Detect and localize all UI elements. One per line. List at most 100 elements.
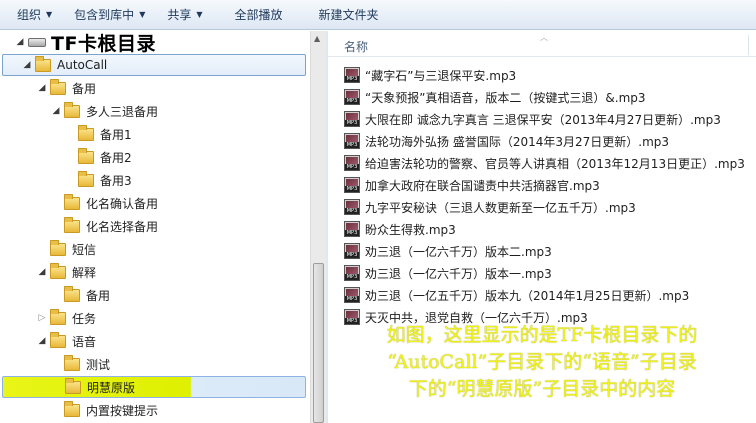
- tree-item-label: 语音: [72, 334, 97, 349]
- file-row[interactable]: “藏字石”与三退保平安.mp3: [344, 64, 516, 86]
- file-row[interactable]: 劝三退（一亿六千万）版本一.mp3: [344, 262, 552, 284]
- mp3-file-icon: [344, 133, 360, 149]
- folder-icon: [65, 377, 81, 394]
- scrollbar-thumb[interactable]: [313, 263, 324, 423]
- mp3-file-icon: [344, 221, 360, 237]
- tree-item-beiyong[interactable]: ◢ 备用: [36, 77, 96, 99]
- file-row[interactable]: 给迫害法轮功的警察、官员等人讲真相（2013年12月13日更正）.mp3: [344, 152, 745, 174]
- mp3-file-icon: [344, 67, 360, 83]
- collapse-arrow-icon[interactable]: ▷: [36, 313, 48, 323]
- chevron-down-icon: ▼: [46, 10, 53, 19]
- tree-item-label: 明慧原版: [87, 380, 136, 395]
- tree-item-label: 解释: [72, 265, 97, 280]
- tree-item-label: 备用2: [100, 150, 132, 165]
- tree-item-label: 备用: [72, 81, 97, 96]
- file-name: 劝三退（一亿六千万）版本二.mp3: [365, 244, 552, 259]
- annotation-line: 如图，这里显示的是TF卡根目录下的: [386, 324, 698, 346]
- folder-icon: [50, 331, 66, 348]
- folder-icon: [78, 147, 94, 164]
- tree-item-alias-confirm[interactable]: 化名确认备用: [50, 192, 158, 214]
- tree-item-task[interactable]: ▷ 任务: [36, 307, 96, 329]
- tree-item-label: 任务: [72, 311, 97, 326]
- file-row[interactable]: 大限在即 诚念九字真言 三退保平安（2013年4月27日更新）.mp3: [344, 108, 721, 130]
- file-row[interactable]: “天象预报”真相语音，版本二（按键式三退）&.mp3: [344, 86, 646, 108]
- file-row[interactable]: 加拿大政府在联合国谴责中共活摘器官.mp3: [344, 174, 600, 196]
- file-name: 法轮功海外弘扬 盛誉国际（2014年3月27日更新）.mp3: [365, 134, 670, 149]
- annotation-line: 下的“明慧原版”子目录中的内容: [408, 378, 676, 400]
- file-name: 大限在即 诚念九字真言 三退保平安（2013年4月27日更新）.mp3: [365, 112, 721, 127]
- nav-scrollbar[interactable]: ▲: [310, 31, 326, 423]
- file-name: 劝三退（一亿六千万）版本一.mp3: [365, 266, 552, 281]
- tree-item-beiyong3[interactable]: 备用3: [64, 169, 132, 191]
- expand-arrow-icon[interactable]: ◢: [36, 83, 48, 93]
- file-name: 盼众生得救.mp3: [365, 222, 456, 237]
- tree-item-alias-select[interactable]: 化名选择备用: [50, 215, 158, 237]
- tree-item-test[interactable]: 测试: [50, 353, 110, 375]
- column-header-row: ︿ 名称: [328, 31, 756, 57]
- folder-icon: [64, 216, 80, 233]
- file-name: 劝三退（一亿五千万）版本九（2014年1月25日更新）.mp3: [365, 288, 690, 303]
- folder-icon: [50, 78, 66, 95]
- file-name: 九字平安秘诀（三退人数更新至一亿五千万）.mp3: [365, 200, 636, 215]
- expand-arrow-icon[interactable]: ◢: [36, 336, 48, 346]
- tree-item-autocall[interactable]: ◢ AutoCall: [2, 54, 306, 76]
- tree-item-voice[interactable]: ◢ 语音: [36, 330, 96, 352]
- file-name: “天象预报”真相语音，版本二（按键式三退）&.mp3: [365, 90, 646, 105]
- tree-item-label: 测试: [86, 357, 111, 372]
- file-row[interactable]: 法轮功海外弘扬 盛誉国际（2014年3月27日更新）.mp3: [344, 130, 669, 152]
- column-divider[interactable]: [748, 35, 749, 55]
- tree-item-label: 多人三退备用: [86, 104, 159, 119]
- mp3-file-icon: [344, 89, 360, 105]
- tree-item-label: 备用1: [100, 127, 132, 142]
- tree-item-explain-beiyong[interactable]: 备用: [50, 284, 110, 306]
- tree-item-label: 内置按键提示: [86, 403, 159, 418]
- tree-item-minghui-original[interactable]: 明慧原版: [2, 376, 306, 398]
- expand-arrow-icon[interactable]: ◢: [50, 106, 62, 116]
- tree-item-tf-root[interactable]: ◢ TF卡根目录: [14, 31, 304, 55]
- file-name: “藏字石”与三退保平安.mp3: [365, 68, 517, 83]
- folder-icon: [64, 285, 80, 302]
- tree-item-label: TF卡根目录: [51, 32, 156, 55]
- navigation-pane: ◢ TF卡根目录 ◢ AutoCall ◢ 备用 ◢ 多人三退备用 备用1 备用…: [0, 31, 310, 423]
- tree-item-sms[interactable]: 短信: [36, 238, 96, 260]
- folder-icon: [64, 193, 80, 210]
- expand-arrow-icon[interactable]: ◢: [21, 60, 33, 70]
- file-name: 给迫害法轮功的警察、官员等人讲真相（2013年12月13日更正）.mp3: [365, 156, 745, 171]
- name-column-header[interactable]: 名称: [344, 38, 368, 55]
- tree-item-label: AutoCall: [57, 58, 108, 72]
- mp3-file-icon: [344, 243, 360, 259]
- folder-icon: [50, 308, 66, 325]
- chevron-down-icon: ▼: [139, 10, 146, 19]
- folder-icon: [64, 101, 80, 118]
- expand-arrow-icon[interactable]: ◢: [14, 37, 26, 47]
- new-folder-button[interactable]: 新建文件夹: [310, 3, 388, 27]
- tree-item-beiyong2[interactable]: 备用2: [64, 146, 132, 168]
- folder-icon: [64, 400, 80, 417]
- mp3-file-icon: [344, 177, 360, 193]
- file-name: 加拿大政府在联合国谴责中共活摘器官.mp3: [365, 178, 600, 193]
- mp3-file-icon: [344, 265, 360, 281]
- tree-item-explain[interactable]: ◢ 解释: [36, 261, 96, 283]
- tree-item-beiyong1[interactable]: 备用1: [64, 123, 132, 145]
- tree-item-builtin-keys[interactable]: 内置按键提示: [50, 399, 158, 421]
- folder-icon: [64, 354, 80, 371]
- command-toolbar: 组织 ▼ 包含到库中 ▼ 共享 ▼ 全部播放 新建文件夹: [0, 0, 756, 30]
- folder-icon: [35, 55, 51, 72]
- file-row[interactable]: 劝三退（一亿六千万）版本二.mp3: [344, 240, 552, 262]
- drive-icon: [28, 37, 46, 47]
- play-all-button[interactable]: 全部播放: [226, 3, 292, 27]
- organize-button[interactable]: 组织 ▼: [8, 3, 61, 27]
- tree-item-label: 备用3: [100, 173, 132, 188]
- folder-icon: [50, 262, 66, 279]
- annotation-caption: 如图，这里显示的是TF卡根目录下的 “AutoCall”子目录下的“语音”子目录…: [332, 322, 752, 403]
- tree-item-label: 备用: [86, 288, 111, 303]
- tree-item-multi-backup[interactable]: ◢ 多人三退备用: [50, 100, 158, 122]
- file-row[interactable]: 九字平安秘诀（三退人数更新至一亿五千万）.mp3: [344, 196, 636, 218]
- file-row[interactable]: 劝三退（一亿五千万）版本九（2014年1月25日更新）.mp3: [344, 284, 689, 306]
- share-button[interactable]: 共享 ▼: [158, 3, 211, 27]
- scroll-up-icon[interactable]: ▲: [314, 34, 320, 43]
- sort-caret-icon: ︿: [540, 33, 548, 42]
- expand-arrow-icon[interactable]: ◢: [36, 267, 48, 277]
- file-row[interactable]: 盼众生得救.mp3: [344, 218, 456, 240]
- include-in-library-button[interactable]: 包含到库中 ▼: [65, 3, 154, 27]
